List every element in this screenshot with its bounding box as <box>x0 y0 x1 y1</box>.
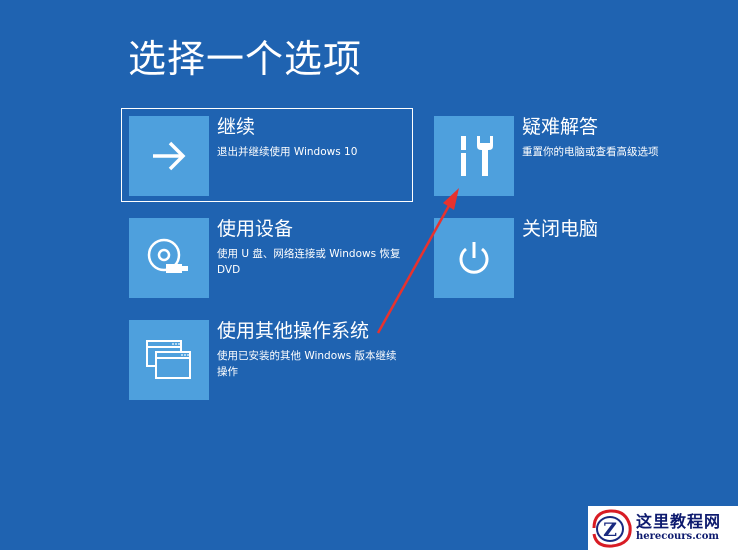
watermark: Z 这里教程网 herecours.com <box>588 506 738 550</box>
watermark-title: 这里教程网 <box>636 512 722 531</box>
annotation-arrow <box>376 188 459 334</box>
watermark-logo: Z <box>592 509 632 548</box>
svg-text:Z: Z <box>603 519 617 541</box>
watermark-url: herecours.com <box>636 531 720 542</box>
